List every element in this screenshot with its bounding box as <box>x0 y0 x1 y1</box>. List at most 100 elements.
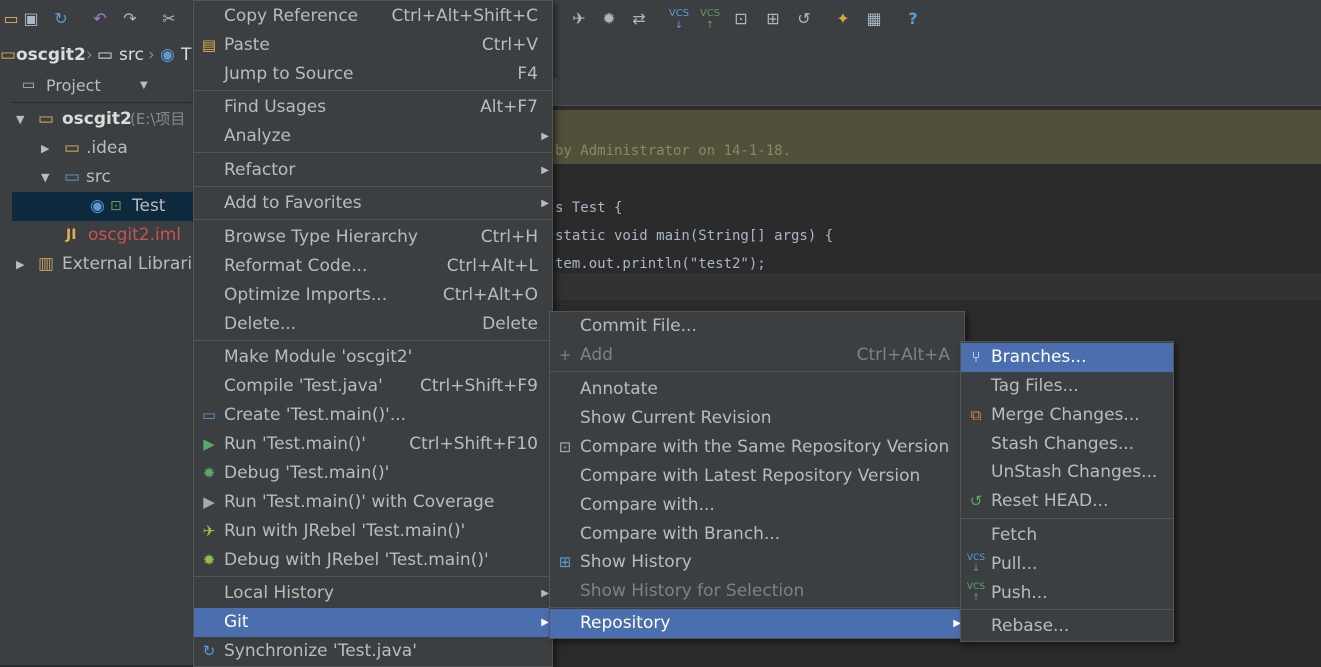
menu-item-show-history[interactable]: ⊞ Show History <box>550 548 964 577</box>
menu-item-show-history-selection[interactable]: Show History for Selection <box>550 577 964 606</box>
menu-item-analyze[interactable]: Analyze ▶ <box>194 122 552 151</box>
menu-item-show-current-revision[interactable]: Show Current Revision <box>550 404 964 433</box>
menu-separator <box>194 186 552 187</box>
menu-item-compare-latest-repository[interactable]: Compare with Latest Repository Version <box>550 462 964 491</box>
vcs-commit-icon[interactable]: VCS ↑ <box>699 8 721 31</box>
menu-item-reset-head[interactable]: ↺ Reset HEAD... <box>961 487 1173 516</box>
breadcrumb-project[interactable]: oscgit2 <box>16 45 86 65</box>
menu-separator <box>194 90 552 91</box>
menu-separator <box>194 152 552 153</box>
menu-item-run-with-jrebel[interactable]: ✈ Run with JRebel 'Test.main()' <box>194 517 552 546</box>
menu-separator <box>194 340 552 341</box>
class-icon: ◉ <box>160 45 175 65</box>
vcs-compare-icon[interactable]: ⊡ <box>730 8 752 30</box>
context-menu: Copy Reference Ctrl+Alt+Shift+C ▤ Paste Ctr… <box>193 0 553 667</box>
menu-item-compile[interactable]: Compile 'Test.java' Ctrl+Shift+F9 <box>194 372 552 401</box>
menu-item-find-usages[interactable]: Find Usages Alt+F7 <box>194 93 552 122</box>
vcs-sync-icon[interactable]: ⇄ <box>628 8 650 30</box>
tree-label: oscgit2 <box>62 109 132 129</box>
menu-item-stash-changes[interactable]: Stash Changes... <box>961 430 1173 459</box>
structure-icon[interactable]: ▦ <box>863 8 885 30</box>
editor-tab-bar <box>552 72 1321 106</box>
menu-item-push[interactable]: VCS ↑ Push... <box>961 579 1173 608</box>
jrebel-debug-icon[interactable]: ✹ <box>598 8 620 30</box>
menu-item-add[interactable]: + Add Ctrl+Alt+A <box>550 341 964 370</box>
project-panel-header[interactable]: ▭ Project ▼ <box>12 72 194 103</box>
tree-label: oscgit2.iml <box>88 225 182 245</box>
jrebel-run-icon[interactable]: ✈ <box>568 8 590 30</box>
menu-separator <box>194 576 552 577</box>
menu-item-compare-with-branch[interactable]: Compare with Branch... <box>550 520 964 549</box>
menu-item-fetch[interactable]: Fetch <box>961 521 1173 550</box>
run-icon: ▶ <box>203 435 215 453</box>
chevron-right-icon: › <box>148 45 155 65</box>
merge-icon: ⧉ <box>970 406 982 424</box>
debug-icon: ✹ <box>202 464 216 482</box>
submenu-arrow-icon: ▶ <box>541 198 549 209</box>
chevron-down-icon[interactable]: ▼ <box>16 105 24 134</box>
menu-item-paste[interactable]: ▤ Paste Ctrl+V <box>194 31 552 60</box>
menu-separator <box>550 607 964 608</box>
breadcrumb-folder[interactable]: src <box>119 45 144 65</box>
settings-icon[interactable]: ✦ <box>832 8 854 30</box>
cut-icon[interactable]: ✂ <box>158 8 180 30</box>
menu-item-annotate[interactable]: Annotate <box>550 375 964 404</box>
plus-icon: + <box>558 346 572 364</box>
tree-row-src[interactable]: ▼ ▭ src <box>12 163 194 192</box>
menu-separator <box>194 219 552 220</box>
menu-item-debug[interactable]: ✹ Debug 'Test.main()' <box>194 459 552 488</box>
tree-row-libraries[interactable]: ▶ ▥ External Librarie <box>12 250 194 279</box>
tree-row-project[interactable]: ▼ ▭ oscgit2 (E:\项目 <box>12 105 194 134</box>
chevron-down-icon[interactable]: ▼ <box>41 163 49 192</box>
help-icon[interactable]: ? <box>902 8 924 30</box>
breadcrumb-file[interactable]: T <box>181 45 191 65</box>
menu-item-compare-with[interactable]: Compare with... <box>550 491 964 520</box>
tree-row-idea[interactable]: ▶ ▭ .idea <box>12 134 194 163</box>
menu-item-compare-same-repository[interactable]: ⊡ Compare with the Same Repository Versio… <box>550 433 964 462</box>
menu-item-debug-with-jrebel[interactable]: ✹ Debug with JRebel 'Test.main()' <box>194 546 552 575</box>
menu-item-tag-files[interactable]: Tag Files... <box>961 372 1173 401</box>
menu-item-delete[interactable]: Delete... Delete <box>194 310 552 339</box>
menu-item-branches[interactable]: ⑂ Branches... <box>961 343 1173 372</box>
menu-item-optimize-imports[interactable]: Optimize Imports... Ctrl+Alt+O <box>194 281 552 310</box>
menu-item-local-history[interactable]: Local History ▶ <box>194 579 552 608</box>
chevron-right-icon[interactable]: ▶ <box>41 134 49 163</box>
tree-row-test[interactable]: ◉ ⊡ Test <box>12 192 194 221</box>
menu-item-merge-changes[interactable]: ⧉ Merge Changes... <box>961 401 1173 430</box>
submenu-arrow-icon: ▶ <box>541 617 549 628</box>
vcs-revert-icon[interactable]: ↺ <box>793 8 815 30</box>
menu-item-jump-to-source[interactable]: Jump to Source F4 <box>194 60 552 89</box>
menu-item-refactor[interactable]: Refactor ▶ <box>194 156 552 185</box>
project-header-label: Project <box>46 76 101 95</box>
menu-item-unstash-changes[interactable]: UnStash Changes... <box>961 458 1173 487</box>
menu-item-add-to-favorites[interactable]: Add to Favorites ▶ <box>194 189 552 218</box>
menu-item-run[interactable]: ▶ Run 'Test.main()' Ctrl+Shift+F10 <box>194 430 552 459</box>
menu-item-synchronize[interactable]: ↻ Synchronize 'Test.java' <box>194 637 552 666</box>
menu-item-rebase[interactable]: Rebase... <box>961 612 1173 641</box>
menu-item-run-with-coverage[interactable]: ▶ Run 'Test.main()' with Coverage <box>194 488 552 517</box>
vcs-history-icon[interactable]: ⊞ <box>762 8 784 30</box>
sync-icon[interactable]: ↻ <box>50 8 72 30</box>
vcs-update-icon[interactable]: VCS ↓ <box>668 8 690 31</box>
library-icon: ▥ <box>38 254 55 274</box>
open-icon[interactable]: ▭ <box>0 8 22 30</box>
chevron-down-icon[interactable]: ▼ <box>140 80 148 91</box>
menu-item-create-configuration[interactable]: ▭ Create 'Test.main()'... <box>194 401 552 430</box>
save-icon[interactable]: ▣ <box>20 8 42 30</box>
undo-icon[interactable]: ↶ <box>89 8 111 30</box>
menu-item-copy-reference[interactable]: Copy Reference Ctrl+Alt+Shift+C <box>194 2 552 31</box>
tree-row-iml[interactable]: JI oscgit2.iml <box>12 221 194 250</box>
menu-item-make-module[interactable]: Make Module 'oscgit2' <box>194 343 552 372</box>
submenu-arrow-icon: ▶ <box>541 588 549 599</box>
menu-item-browse-type-hierarchy[interactable]: Browse Type Hierarchy Ctrl+H <box>194 223 552 252</box>
menu-item-reformat-code[interactable]: Reformat Code... Ctrl+Alt+L <box>194 252 552 281</box>
lock-icon: ⊡ <box>110 198 122 214</box>
menu-item-pull[interactable]: VCS ↓ Pull... <box>961 550 1173 579</box>
menu-item-git[interactable]: Git ▶ <box>194 608 552 637</box>
chevron-right-icon[interactable]: ▶ <box>16 250 24 279</box>
redo-icon[interactable]: ↷ <box>119 8 141 30</box>
module-folder-icon: ▭ <box>38 109 55 129</box>
code-line: tem.out.println("test2"); <box>555 256 766 272</box>
menu-item-repository[interactable]: Repository ▶ <box>550 609 964 638</box>
menu-item-commit-file[interactable]: Commit File... <box>550 312 964 341</box>
